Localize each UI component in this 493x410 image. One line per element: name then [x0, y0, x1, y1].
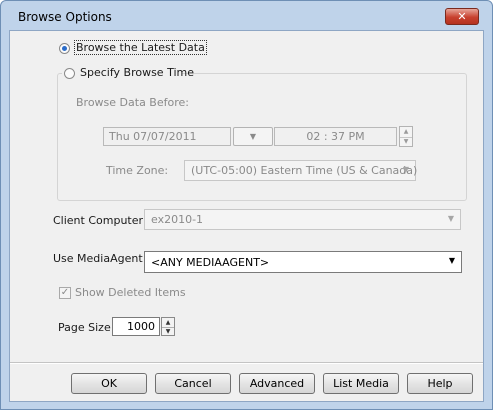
show-deleted-checkbox[interactable]: ✓: [59, 287, 71, 299]
browse-latest-label[interactable]: Browse the Latest Data: [74, 40, 207, 55]
list-media-button[interactable]: List Media: [323, 373, 399, 394]
time-spinner[interactable]: ▲ ▼: [399, 126, 413, 147]
radio-specify-browse-time[interactable]: [64, 68, 75, 79]
spinner-down-icon[interactable]: ▼: [162, 326, 174, 336]
window-title: Browse Options: [18, 10, 112, 24]
browse-data-before-label: Browse Data Before:: [76, 96, 189, 109]
ok-button[interactable]: OK: [71, 373, 147, 394]
chevron-down-icon: ▼: [402, 165, 409, 174]
title-bar[interactable]: Browse Options ✕: [1, 1, 492, 31]
radio-browse-latest[interactable]: [59, 43, 70, 54]
dialog-window: Browse Options ✕ Browse the Latest Data …: [0, 0, 493, 410]
specify-browse-time-label[interactable]: Specify Browse Time: [80, 66, 194, 79]
radio-selected-indicator: [62, 46, 67, 51]
time-field[interactable]: 02 : 37 PM: [274, 127, 397, 146]
page-size-label: Page Size:: [58, 321, 115, 334]
help-button[interactable]: Help: [407, 373, 473, 394]
page-size-input[interactable]: 1000: [112, 317, 160, 336]
client-computer-dropdown[interactable]: ex2010-1 ▼: [144, 209, 461, 230]
cancel-button[interactable]: Cancel: [155, 373, 231, 394]
close-icon: ✕: [457, 10, 467, 23]
chevron-down-icon: ▼: [448, 256, 455, 265]
media-agent-label: Use MediaAgent: [53, 252, 143, 265]
advanced-button[interactable]: Advanced: [239, 373, 315, 394]
date-field[interactable]: Thu 07/07/2011: [103, 127, 231, 146]
button-separator: [10, 362, 483, 364]
dialog-content: Browse the Latest Data Specify Browse Ti…: [9, 30, 484, 402]
show-deleted-label: Show Deleted Items: [75, 286, 186, 299]
chevron-down-icon: ▼: [447, 214, 454, 223]
chevron-down-icon: ▼: [249, 132, 257, 141]
media-agent-dropdown[interactable]: <ANY MEDIAAGENT> ▼: [144, 251, 462, 273]
date-picker-button[interactable]: ▼: [233, 127, 273, 146]
spinner-up-icon[interactable]: ▲: [162, 318, 174, 327]
client-computer-label: Client Computer:: [53, 214, 147, 227]
checkmark-icon: ✓: [60, 287, 70, 298]
time-zone-label: Time Zone:: [106, 164, 169, 177]
page-size-spinner[interactable]: ▲ ▼: [161, 317, 175, 336]
time-zone-dropdown[interactable]: (UTC-05:00) Eastern Time (US & Canada) ▼: [184, 160, 417, 181]
close-button[interactable]: ✕: [445, 8, 479, 25]
spinner-down-icon[interactable]: ▼: [400, 136, 412, 147]
spinner-up-icon[interactable]: ▲: [400, 127, 412, 137]
